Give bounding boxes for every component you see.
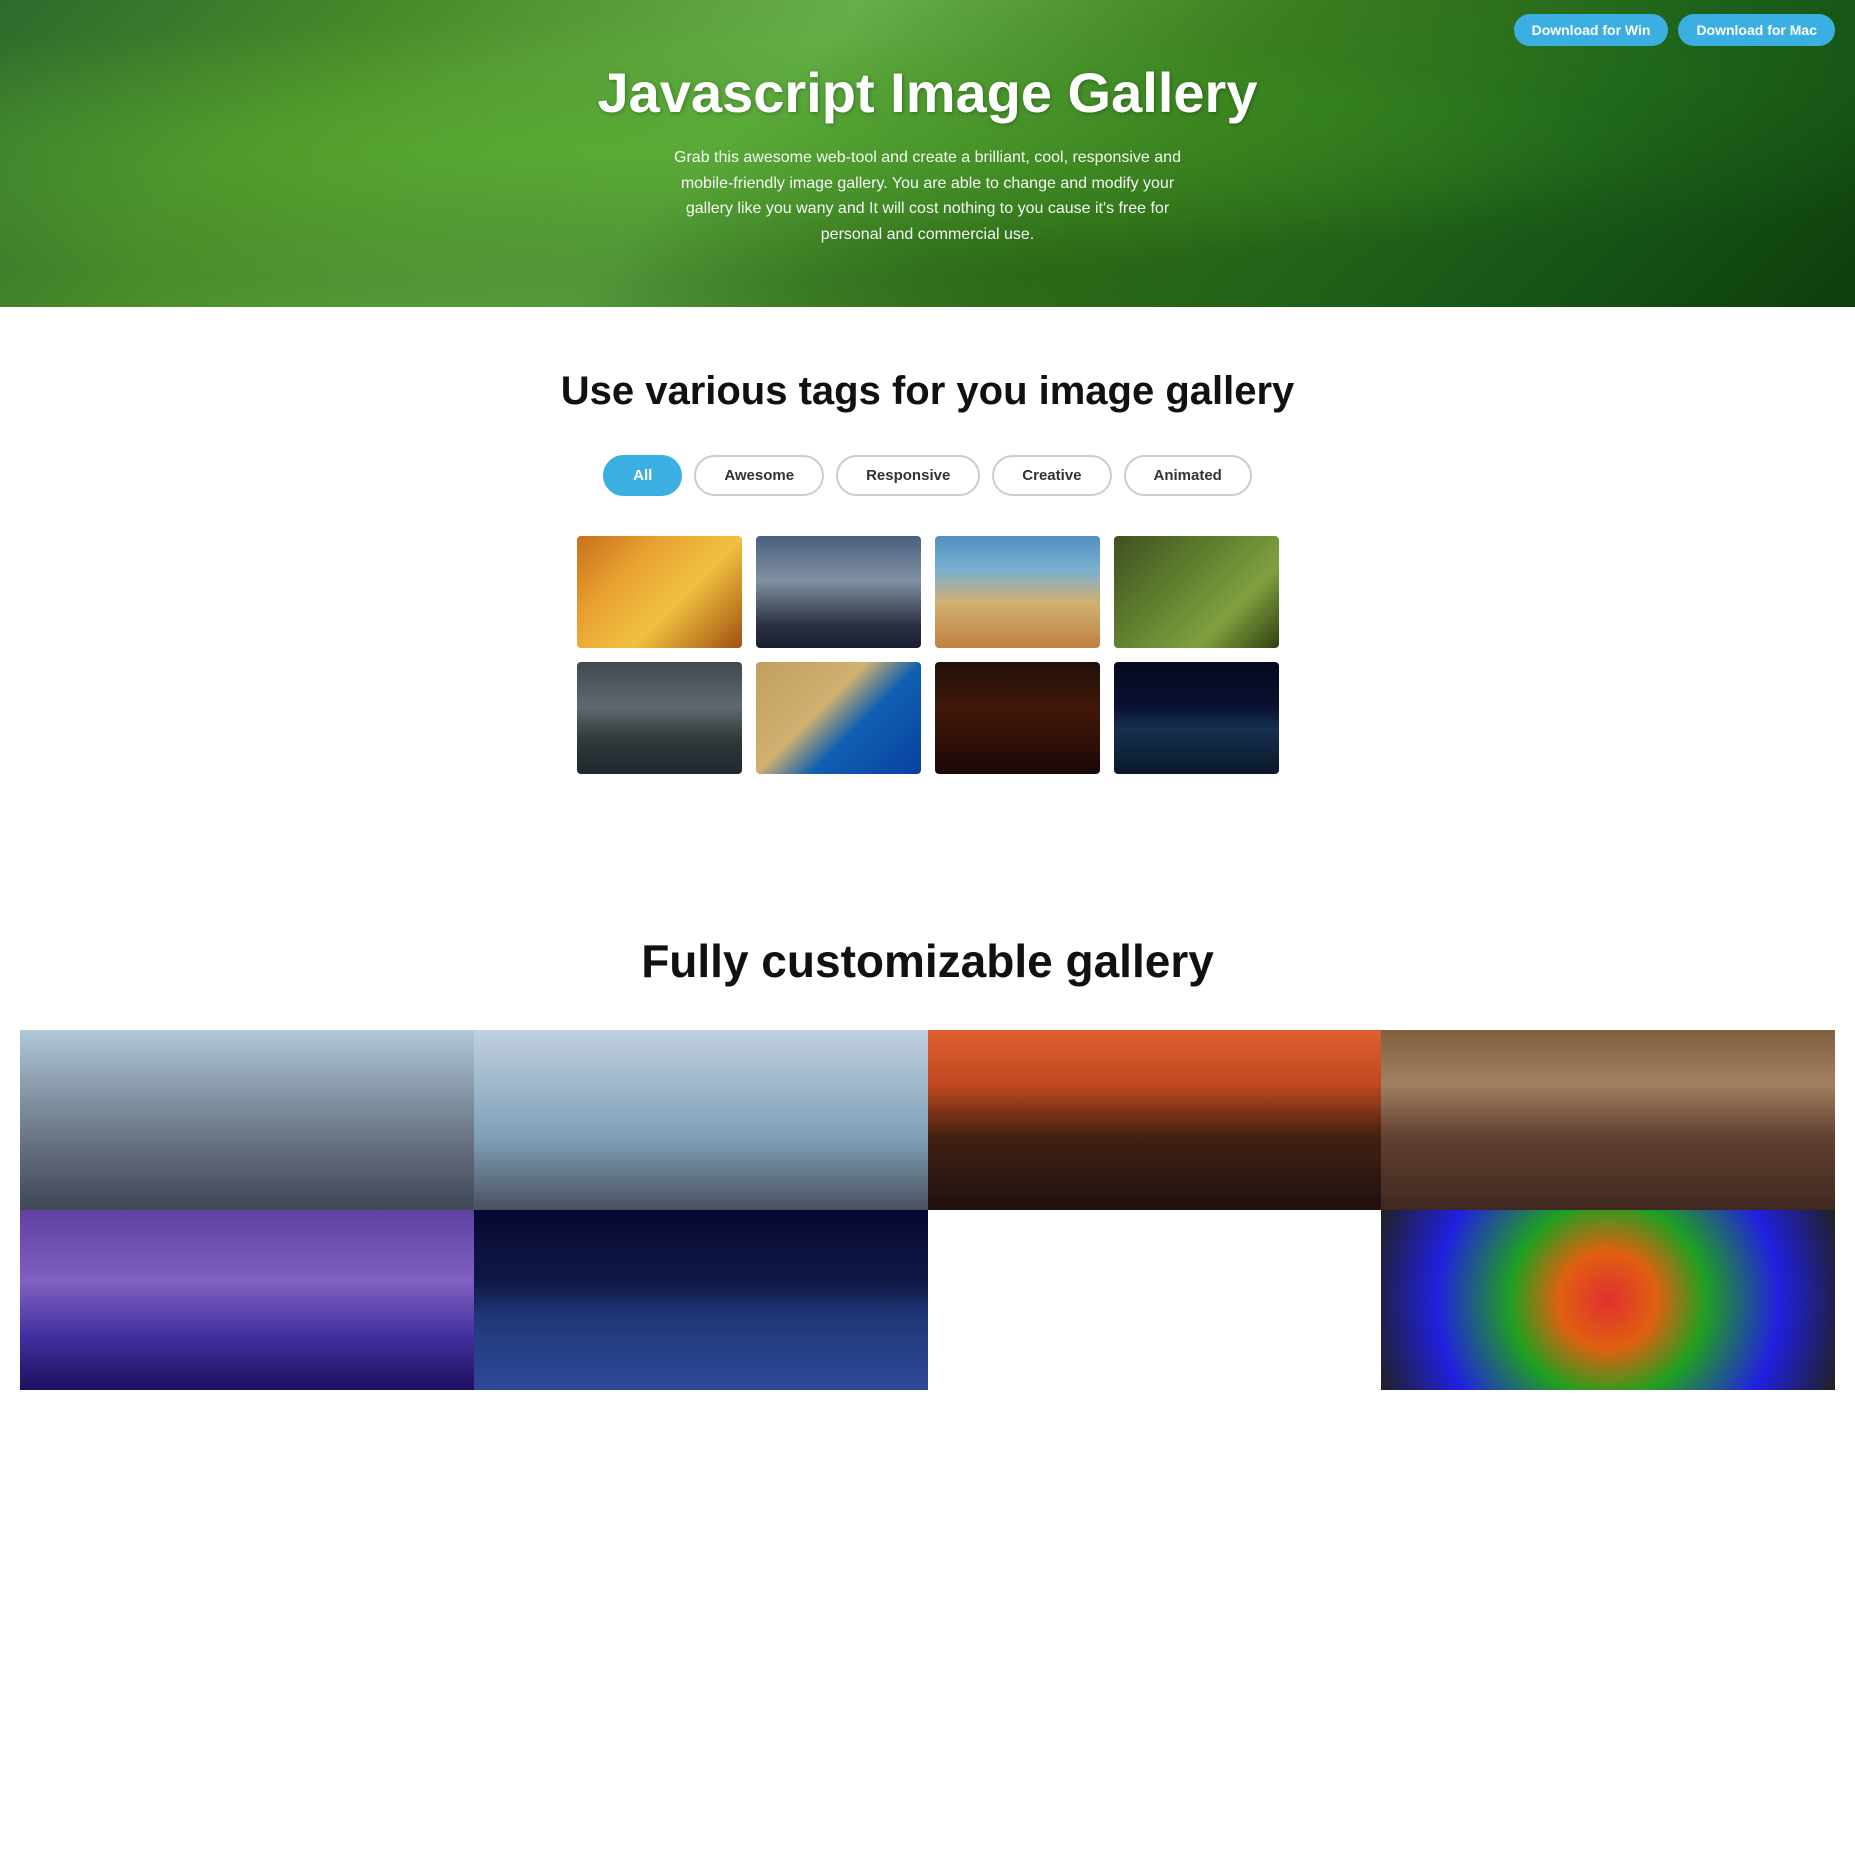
hero-title: Javascript Image Gallery [598, 60, 1258, 125]
bottom-gallery-item[interactable] [1381, 1030, 1835, 1210]
hero-section: Download for Win Download for Mac Javasc… [0, 0, 1855, 307]
hero-description: Grab this awesome web-tool and create a … [658, 145, 1198, 247]
gallery-item[interactable] [756, 536, 921, 648]
filter-all-button[interactable]: All [603, 455, 682, 496]
gallery-item[interactable] [935, 536, 1100, 648]
bottom-gallery-item[interactable] [928, 1030, 1382, 1210]
custom-section: Fully customizable gallery [0, 874, 1855, 1389]
filter-creative-button[interactable]: Creative [992, 455, 1111, 496]
filter-awesome-button[interactable]: Awesome [694, 455, 824, 496]
bottom-gallery-item[interactable] [474, 1210, 928, 1390]
gallery-item[interactable] [1114, 536, 1279, 648]
header-buttons: Download for Win Download for Mac [1514, 14, 1835, 46]
download-win-button[interactable]: Download for Win [1514, 14, 1669, 46]
custom-section-title: Fully customizable gallery [641, 934, 1214, 989]
filter-responsive-button[interactable]: Responsive [836, 455, 980, 496]
bottom-gallery-item[interactable] [1381, 1210, 1835, 1390]
filter-buttons-container: All Awesome Responsive Creative Animated [603, 455, 1252, 496]
bottom-gallery-item[interactable] [20, 1030, 474, 1210]
bottom-gallery [20, 1030, 1835, 1390]
gallery-item[interactable] [577, 662, 742, 774]
tags-section: Use various tags for you image gallery A… [0, 307, 1855, 874]
bottom-gallery-item[interactable] [928, 1210, 1382, 1390]
bottom-gallery-item[interactable] [474, 1030, 928, 1210]
gallery-item[interactable] [1114, 662, 1279, 774]
gallery-grid [577, 536, 1279, 774]
bottom-gallery-item[interactable] [20, 1210, 474, 1390]
gallery-item[interactable] [577, 536, 742, 648]
gallery-item[interactable] [756, 662, 921, 774]
download-mac-button[interactable]: Download for Mac [1678, 14, 1835, 46]
gallery-item[interactable] [935, 662, 1100, 774]
tags-section-title: Use various tags for you image gallery [561, 367, 1295, 415]
filter-animated-button[interactable]: Animated [1124, 455, 1252, 496]
